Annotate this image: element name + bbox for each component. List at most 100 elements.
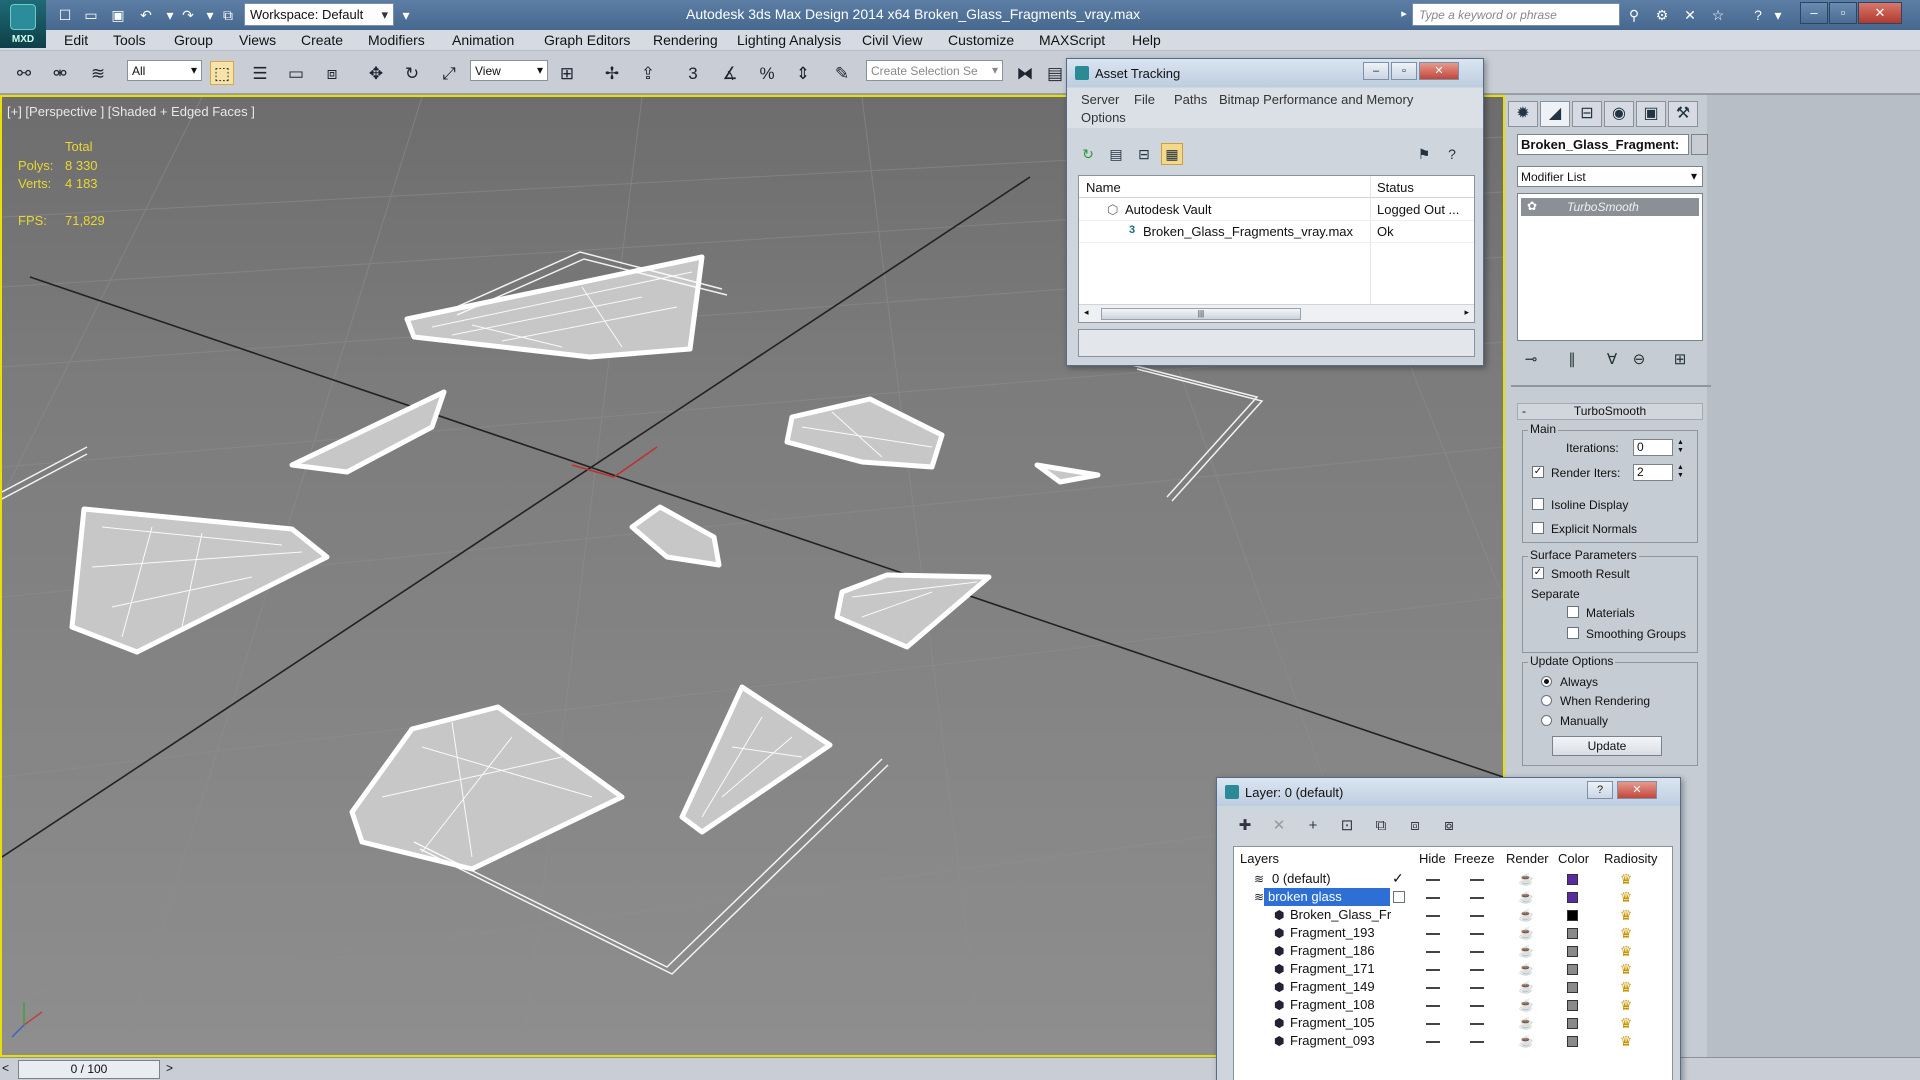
asset-minimize-button[interactable]: – [1363,62,1389,80]
edit-named-selection-icon[interactable]: ✎ [830,61,854,85]
layer-column-color[interactable]: Color [1558,851,1589,866]
object-color-swatch[interactable] [1567,1036,1578,1047]
layer-object-row[interactable]: ⬢ Fragment_093 ☕ ♛ [1234,1031,1672,1053]
timeline-prev-button[interactable]: < [2,1061,9,1075]
object-color-swatch[interactable] [1567,1018,1578,1029]
open-file-icon[interactable]: ▭ [81,5,101,25]
select-and-move-icon[interactable]: ✥ [364,61,388,85]
select-and-rotate-icon[interactable]: ↻ [400,61,424,85]
refresh-icon[interactable]: ↻ [1077,143,1099,165]
column-name[interactable]: Name [1086,180,1121,195]
undo-icon[interactable]: ↶ [136,5,156,25]
menu-modifiers[interactable]: Modifiers [368,32,425,48]
hide-toggle[interactable] [1426,951,1440,953]
align-icon[interactable]: ▤ [1043,61,1067,85]
render-iters-checkbox[interactable]: ✓ [1532,466,1544,478]
update-button[interactable]: Update [1552,736,1662,756]
make-unique-icon[interactable]: ∀ [1600,348,1624,370]
pin-stack-icon[interactable]: ⊸ [1519,348,1543,370]
search-expand-icon[interactable]: ▸ [1396,3,1412,26]
iterations-field[interactable]: 0 [1633,439,1673,456]
render-teapot-icon[interactable]: ☕ [1518,890,1534,904]
modifier-list-select[interactable]: Modifier List [1517,166,1703,187]
hide-toggle[interactable] [1426,933,1440,935]
turbosmooth-rollout-header[interactable]: - TurboSmooth [1517,403,1703,420]
bind-space-warp-icon[interactable]: ≋ [86,61,110,85]
selection-filter-select[interactable]: All [127,60,202,81]
menu-tools[interactable]: Tools [113,32,146,48]
unlink-selection-icon[interactable]: ⚮ [48,61,72,85]
menu-create[interactable]: Create [301,32,343,48]
select-by-name-icon[interactable]: ☰ [248,61,272,85]
scroll-thumb[interactable]: ||| [1101,308,1301,320]
snaps-toggle-icon[interactable]: 3 [681,61,705,85]
keyboard-shortcut-override-icon[interactable]: ⇪ [636,61,660,85]
undo-dropdown-icon[interactable]: ▾ [160,5,180,25]
radiosity-icon[interactable]: ♛ [1617,888,1635,906]
hide-toggle[interactable] [1426,987,1440,989]
add-to-layer-icon[interactable]: + [1301,814,1325,838]
star-icon[interactable]: ☆ [1708,5,1728,25]
percent-snap-icon[interactable]: % [755,61,779,85]
modify-tab-icon[interactable]: ◢ [1540,101,1570,127]
favorites-icon[interactable]: ✕ [1680,5,1700,25]
radiosity-icon[interactable]: ♛ [1617,1032,1635,1050]
asset-menu-bitmap-performance[interactable]: Bitmap Performance and Memory [1219,92,1413,107]
window-crossing-icon[interactable]: ⧈ [320,61,344,85]
object-color-swatch[interactable] [1567,1000,1578,1011]
object-color-swatch[interactable] [1567,982,1578,993]
radiosity-icon[interactable]: ♛ [1617,960,1635,978]
hide-toggle[interactable] [1426,1041,1440,1043]
help-dropdown-icon[interactable]: ▾ [1768,5,1788,25]
scroll-left-icon[interactable]: ◂ [1084,307,1089,318]
quick-access-dropdown-icon[interactable]: ▾ [396,5,416,25]
named-selection-set-input[interactable]: Create Selection Se [866,60,1003,81]
app-menu-button[interactable]: MXD [0,0,46,48]
freeze-toggle[interactable] [1470,933,1484,935]
layer-column-layers[interactable]: Layers [1240,851,1279,866]
object-name-field[interactable]: Broken_Glass_Fragment: [1517,134,1689,155]
hide-unhide-all-icon[interactable]: ⧈ [1403,814,1427,838]
layer-color-swatch[interactable] [1567,892,1578,903]
configure-modifier-sets-icon[interactable]: ⊞ [1668,348,1692,370]
radiosity-icon[interactable]: ♛ [1617,1014,1635,1032]
render-teapot-icon[interactable]: ☕ [1518,944,1534,958]
hierarchy-tab-icon[interactable]: ⊟ [1572,101,1602,127]
tree-view-icon[interactable]: ⊟ [1133,143,1155,165]
project-folder-icon[interactable]: ⧉ [218,5,238,25]
select-object-icon[interactable]: ⬚ [210,61,234,85]
current-layer-check-icon[interactable]: ✓ [1392,870,1404,887]
update-when-rendering-radio[interactable] [1541,695,1552,706]
asset-menu-server[interactable]: Server [1081,92,1119,107]
radiosity-icon[interactable]: ♛ [1617,870,1635,888]
motion-tab-icon[interactable]: ◉ [1604,101,1634,127]
object-color-swatch[interactable] [1567,964,1578,975]
asset-tracking-titlebar[interactable]: Asset Tracking – ▫ ✕ [1067,59,1483,87]
menu-help[interactable]: Help [1132,32,1161,48]
layer-color-swatch[interactable] [1567,874,1578,885]
render-teapot-icon[interactable]: ☕ [1518,998,1534,1012]
search-input[interactable]: Type a keyword or phrase [1412,3,1620,26]
freeze-toggle[interactable] [1470,987,1484,989]
update-manually-radio[interactable] [1541,715,1552,726]
asset-maximize-button[interactable]: ▫ [1391,62,1417,80]
menu-rendering[interactable]: Rendering [653,32,718,48]
hide-toggle[interactable] [1426,1005,1440,1007]
reference-coordinate-select[interactable]: View [470,60,548,81]
asset-menu-file[interactable]: File [1134,92,1155,107]
select-and-scale-icon[interactable]: ⤢ [437,61,461,85]
render-teapot-icon[interactable]: ☕ [1518,1016,1534,1030]
create-tab-icon[interactable]: ✹ [1508,101,1538,127]
utilities-tab-icon[interactable]: ⚒ [1668,101,1698,127]
render-iters-field[interactable]: 2 [1633,464,1673,481]
new-file-icon[interactable]: ☐ [55,5,75,25]
maximize-button[interactable]: ▫ [1829,2,1857,24]
hide-toggle[interactable] [1426,969,1440,971]
object-color-swatch[interactable] [1567,910,1578,921]
menu-views[interactable]: Views [239,32,276,48]
list-view-icon[interactable]: ▤ [1105,143,1127,165]
radiosity-icon[interactable]: ♛ [1617,924,1635,942]
freeze-unfreeze-all-icon[interactable]: ⧇ [1437,814,1461,838]
layer-column-render[interactable]: Render [1506,851,1549,866]
layer-manager-titlebar[interactable]: Layer: 0 (default) ? ✕ [1217,778,1680,806]
